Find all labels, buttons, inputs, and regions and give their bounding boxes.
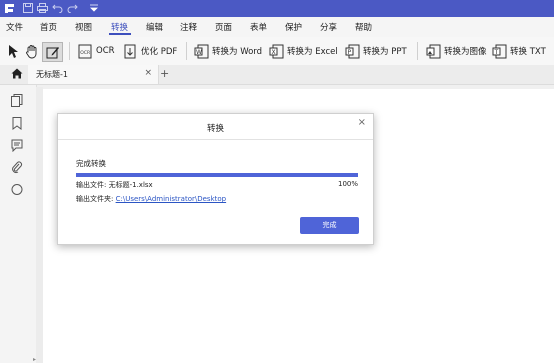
output-folder-label: 输出文件夹:: [76, 195, 114, 203]
menu-edit[interactable]: 编辑: [146, 21, 163, 33]
word-doc-icon: W: [194, 44, 209, 59]
toolbar-divider: [417, 42, 418, 60]
app-logo-icon[interactable]: [4, 3, 15, 14]
hand-icon: [25, 44, 39, 59]
progress-fill: [76, 173, 358, 177]
toolbar-divider: [69, 42, 70, 60]
active-menu-indicator: [109, 33, 131, 35]
document-scrollbar[interactable]: [36, 87, 43, 363]
svg-text:P: P: [348, 49, 352, 56]
progress-bar: [76, 173, 358, 177]
convert-to-excel-label: 转换为 Excel: [287, 47, 338, 57]
save-icon[interactable]: [22, 3, 33, 14]
menu-protect[interactable]: 保护: [285, 21, 302, 33]
dialog-divider: [58, 139, 373, 140]
bookmark-icon[interactable]: [11, 117, 23, 132]
edit-icon: [46, 45, 60, 60]
title-bar: [0, 0, 554, 17]
menu-share[interactable]: 分享: [320, 21, 337, 33]
toolbar-divider: [186, 42, 187, 60]
document-tab-label: 无标题-1: [36, 70, 68, 79]
toolbar: OCR OCR 优化 PDF W 转换为 Word X 转换为 Excel P …: [0, 37, 554, 66]
edit-tool-button[interactable]: [42, 42, 63, 62]
svg-text:X: X: [272, 49, 276, 56]
progress-percent: 100%: [337, 180, 358, 188]
tab-bar: 无标题-1 ×: [0, 65, 554, 85]
menu-home[interactable]: 首页: [40, 21, 57, 33]
convert-to-image-button[interactable]: 转换为图像: [426, 37, 487, 65]
menu-annotate[interactable]: 注释: [180, 21, 197, 33]
conversion-status: 完成转换: [76, 159, 106, 168]
ocr-label: OCR: [96, 46, 115, 56]
menu-page[interactable]: 页面: [215, 21, 232, 33]
convert-to-txt-label: 转换 TXT: [510, 47, 546, 57]
redo-icon[interactable]: [67, 3, 78, 14]
document-tab[interactable]: 无标题-1 ×: [28, 65, 159, 84]
txt-doc-icon: T: [492, 44, 507, 59]
pages-thumbnail-icon[interactable]: [11, 94, 23, 109]
attachment-icon[interactable]: [11, 161, 23, 176]
left-sidebar: [0, 85, 37, 363]
image-doc-icon: [426, 44, 441, 59]
convert-to-word-label: 转换为 Word: [212, 47, 263, 57]
ocr-icon: OCR: [78, 44, 92, 59]
home-icon[interactable]: [11, 68, 23, 81]
ocr-button[interactable]: OCR OCR: [78, 37, 115, 65]
dialog-close-icon[interactable]: ×: [358, 117, 366, 128]
hand-tool-button[interactable]: [25, 37, 43, 65]
menu-help[interactable]: 帮助: [355, 21, 372, 33]
svg-text:OCR: OCR: [80, 50, 90, 56]
output-file-label: 输出文件:: [76, 181, 107, 189]
menu-bar: 文件 首页 视图 转换 编辑 注释 页面 表单 保护 分享 帮助: [0, 17, 554, 37]
output-folder-row: 输出文件夹: C:\Users\Administrator\Desktop: [76, 194, 226, 204]
menu-file[interactable]: 文件: [6, 21, 23, 33]
ppt-doc-icon: P: [345, 44, 360, 59]
convert-to-word-button[interactable]: W 转换为 Word: [194, 37, 262, 65]
new-tab-button[interactable]: +: [160, 67, 169, 80]
svg-text:T: T: [494, 49, 499, 56]
convert-dialog: 转换 × 完成转换 输出文件: 无标题-1.xlsx 100% 输出文件夹: C…: [57, 113, 374, 245]
optimize-pdf-label: 优化 PDF: [141, 47, 178, 57]
optimize-pdf-icon: [123, 44, 137, 59]
optimize-pdf-button[interactable]: 优化 PDF: [123, 37, 177, 65]
excel-doc-icon: X: [269, 44, 284, 59]
menu-convert[interactable]: 转换: [111, 21, 128, 33]
collapse-arrow-icon[interactable]: ▸: [33, 356, 36, 363]
output-file-row: 输出文件: 无标题-1.xlsx: [76, 180, 153, 190]
tab-close-icon[interactable]: ×: [144, 68, 152, 78]
menu-form[interactable]: 表单: [250, 21, 267, 33]
cursor-icon: [7, 44, 21, 59]
search-circle-icon[interactable]: [11, 183, 23, 198]
done-button[interactable]: 完成: [300, 217, 359, 234]
convert-to-txt-button[interactable]: T 转换 TXT: [492, 37, 546, 65]
select-tool-button[interactable]: [7, 37, 25, 65]
dropdown-icon[interactable]: [88, 3, 99, 14]
comment-icon[interactable]: [11, 139, 23, 154]
convert-to-ppt-label: 转换为 PPT: [363, 47, 407, 57]
output-file-name: 无标题-1.xlsx: [108, 181, 153, 189]
menu-view[interactable]: 视图: [75, 21, 92, 33]
undo-icon[interactable]: [52, 3, 63, 14]
convert-to-image-label: 转换为图像: [444, 47, 487, 57]
print-icon[interactable]: [37, 3, 48, 14]
dialog-title: 转换: [206, 124, 224, 134]
svg-text:W: W: [196, 49, 202, 56]
output-folder-link[interactable]: C:\Users\Administrator\Desktop: [116, 195, 227, 203]
convert-to-ppt-button[interactable]: P 转换为 PPT: [345, 37, 407, 65]
convert-to-excel-button[interactable]: X 转换为 Excel: [269, 37, 338, 65]
